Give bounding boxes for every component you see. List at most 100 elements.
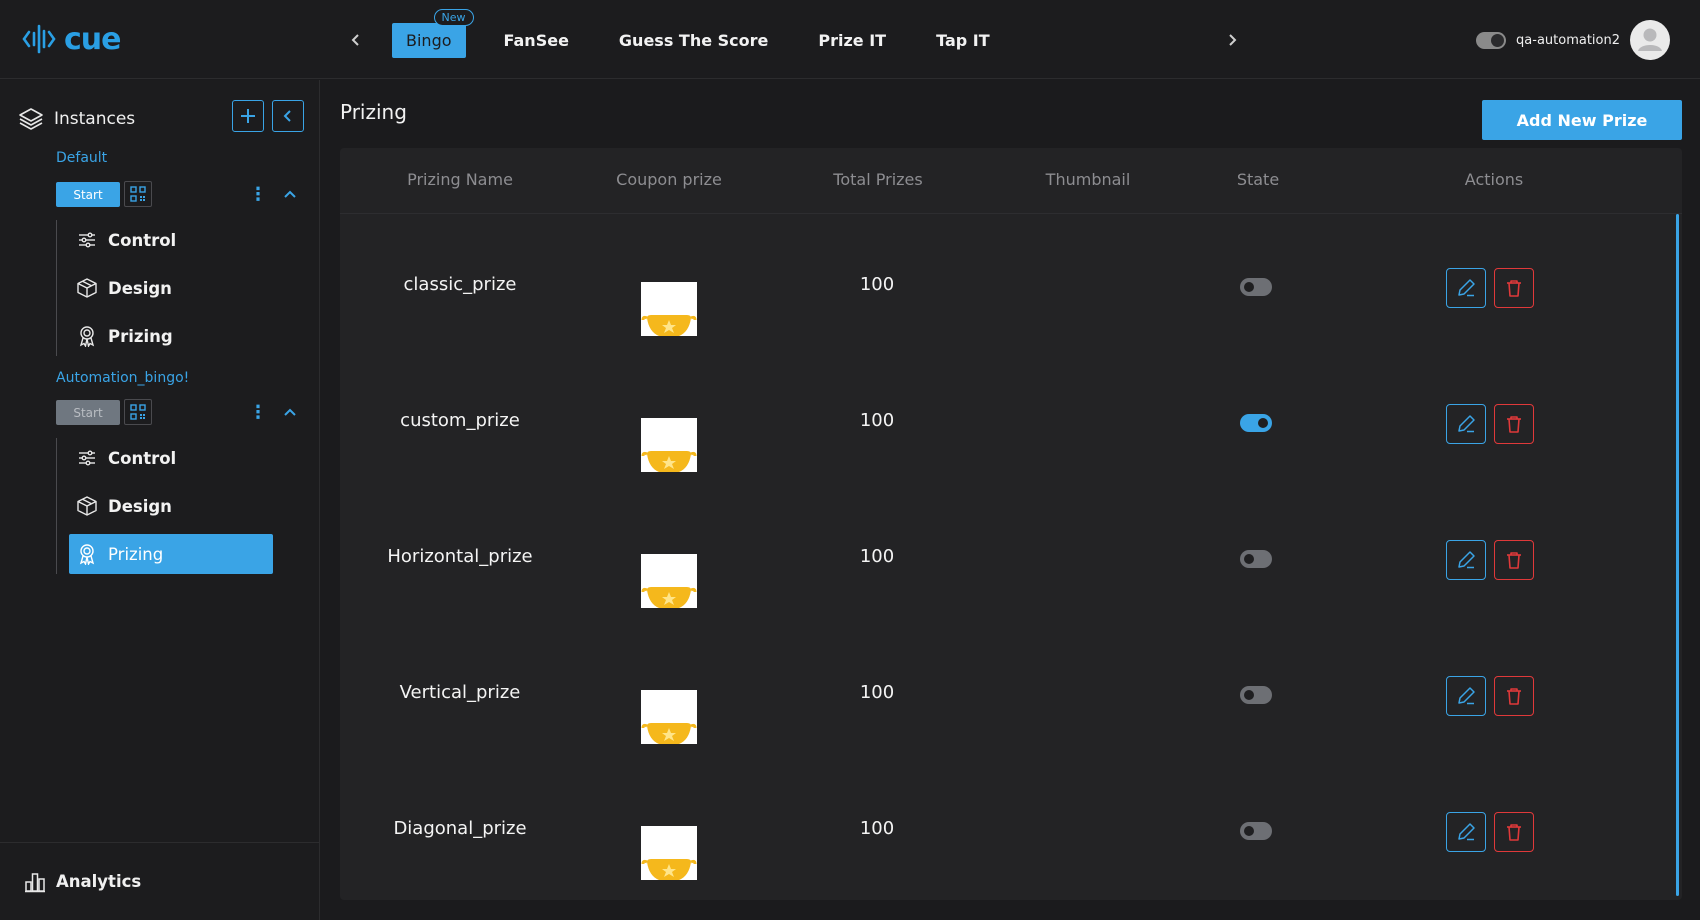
delete-button[interactable] bbox=[1494, 812, 1534, 852]
instance-menu-list-default: Control Design Prizing bbox=[56, 220, 276, 356]
sidebar-item-prizing[interactable]: Prizing bbox=[69, 316, 273, 356]
coupon-thumbnail bbox=[641, 690, 697, 744]
qr-code-button-default[interactable] bbox=[124, 181, 152, 207]
cube-icon bbox=[76, 277, 98, 299]
delete-button[interactable] bbox=[1494, 540, 1534, 580]
trash-icon bbox=[1507, 280, 1521, 297]
add-new-prize-button[interactable]: Add New Prize bbox=[1482, 100, 1682, 140]
instance-menu-automation-bingo[interactable]: ⋮ bbox=[249, 401, 267, 423]
username: qa-automation2 bbox=[1516, 32, 1620, 48]
table-row: Diagonal_prize 100 bbox=[340, 766, 1670, 900]
coupon-thumbnail bbox=[641, 282, 697, 336]
edit-button[interactable] bbox=[1446, 404, 1486, 444]
new-badge: New bbox=[433, 8, 474, 26]
sidebar-item-label: Control bbox=[108, 230, 177, 250]
tab-guess-the-score[interactable]: Guess The Score bbox=[619, 31, 768, 50]
sidebar-item-design[interactable]: Design bbox=[69, 268, 273, 308]
table-row: Vertical_prize 100 bbox=[340, 630, 1670, 766]
logo-text: cue bbox=[64, 21, 121, 57]
avatar[interactable] bbox=[1630, 20, 1670, 60]
trash-icon bbox=[1507, 416, 1521, 433]
cube-icon bbox=[76, 495, 98, 517]
state-toggle[interactable] bbox=[1240, 278, 1272, 296]
collapse-sidebar-button[interactable] bbox=[272, 100, 304, 132]
sidebar-item-analytics[interactable]: Analytics bbox=[0, 842, 320, 920]
state-toggle[interactable] bbox=[1240, 414, 1272, 432]
sliders-icon bbox=[76, 229, 98, 251]
instance-name-automation-bingo[interactable]: Automation_bingo! bbox=[56, 370, 189, 386]
table-header: Prizing Name Coupon prize Total Prizes T… bbox=[340, 148, 1682, 214]
table-scrollbar[interactable] bbox=[1676, 214, 1679, 896]
tab-tap-it[interactable]: Tap IT bbox=[936, 31, 990, 50]
tab-prize-it[interactable]: Prize IT bbox=[818, 31, 886, 50]
sidebar: Instances Default Start ⋮ Control Design… bbox=[0, 80, 320, 920]
instances-title: Instances bbox=[54, 109, 136, 129]
edit-button[interactable] bbox=[1446, 268, 1486, 308]
sidebar-item-control[interactable]: Control bbox=[69, 438, 273, 478]
collapse-instance-automation-bingo[interactable] bbox=[280, 402, 300, 422]
coupon-thumbnail bbox=[641, 826, 697, 880]
edit-button[interactable] bbox=[1446, 540, 1486, 580]
prize-name: classic_prize bbox=[403, 274, 517, 295]
game-tabs: Bingo New FanSee Guess The Score Prize I… bbox=[392, 8, 1040, 60]
trophy-cup-icon bbox=[641, 418, 697, 472]
trophy-cup-icon bbox=[641, 554, 697, 608]
edit-button[interactable] bbox=[1446, 812, 1486, 852]
table-row: classic_prize 100 bbox=[340, 222, 1670, 358]
qr-code-button-automation-bingo[interactable] bbox=[124, 399, 152, 425]
tab-fansee[interactable]: FanSee bbox=[504, 31, 569, 50]
qr-code-icon bbox=[130, 404, 146, 420]
trash-icon bbox=[1507, 688, 1521, 705]
trophy-cup-icon bbox=[641, 826, 697, 880]
total-prizes: 100 bbox=[859, 274, 895, 295]
tabs-prev-button[interactable] bbox=[344, 28, 368, 52]
plus-icon bbox=[241, 109, 255, 123]
sidebar-item-control[interactable]: Control bbox=[69, 220, 273, 260]
tab-bingo-label: Bingo bbox=[406, 30, 452, 50]
sidebar-item-prizing-active[interactable]: Prizing bbox=[69, 534, 273, 574]
prize-name: custom_prize bbox=[400, 410, 520, 431]
trash-icon bbox=[1507, 552, 1521, 569]
pencil-icon bbox=[1458, 823, 1475, 841]
trophy-cup-icon bbox=[641, 282, 697, 336]
delete-button[interactable] bbox=[1494, 268, 1534, 308]
state-toggle[interactable] bbox=[1240, 686, 1272, 704]
theme-toggle[interactable] bbox=[1476, 31, 1507, 49]
prize-name: Diagonal_prize bbox=[393, 818, 527, 839]
edit-button[interactable] bbox=[1446, 676, 1486, 716]
award-icon bbox=[76, 325, 98, 347]
delete-button[interactable] bbox=[1494, 676, 1534, 716]
add-instance-button[interactable] bbox=[232, 100, 264, 132]
prizing-table: Prizing Name Coupon prize Total Prizes T… bbox=[340, 148, 1682, 900]
user-area: qa-automation2 bbox=[1476, 20, 1670, 60]
tab-bingo[interactable]: Bingo New bbox=[392, 8, 474, 58]
start-button-default[interactable]: Start bbox=[56, 182, 120, 207]
instance-name-default[interactable]: Default bbox=[56, 150, 107, 166]
coupon-thumbnail bbox=[641, 418, 697, 472]
collapse-instance-default[interactable] bbox=[280, 184, 300, 204]
tabs-next-button[interactable] bbox=[1220, 28, 1244, 52]
trash-icon bbox=[1507, 824, 1521, 841]
sidebar-item-label: Control bbox=[108, 448, 177, 468]
logo[interactable]: cue bbox=[22, 18, 121, 60]
sliders-icon bbox=[76, 447, 98, 469]
prize-name: Horizontal_prize bbox=[387, 546, 533, 567]
delete-button[interactable] bbox=[1494, 404, 1534, 444]
chevron-up-icon bbox=[284, 190, 296, 198]
chevron-right-icon bbox=[1229, 34, 1237, 46]
soundwave-logo-icon bbox=[22, 24, 56, 54]
state-toggle[interactable] bbox=[1240, 550, 1272, 568]
sidebar-item-design[interactable]: Design bbox=[69, 486, 273, 526]
total-prizes: 100 bbox=[859, 682, 895, 703]
layers-icon bbox=[19, 108, 43, 130]
qr-code-icon bbox=[130, 186, 146, 202]
coupon-thumbnail bbox=[641, 554, 697, 608]
page-title: Prizing bbox=[340, 100, 407, 124]
start-button-automation-bingo[interactable]: Start bbox=[56, 400, 120, 425]
user-icon bbox=[1638, 28, 1662, 51]
instance-menu-default[interactable]: ⋮ bbox=[249, 183, 267, 205]
sidebar-item-label: Prizing bbox=[108, 544, 164, 564]
state-toggle[interactable] bbox=[1240, 822, 1272, 840]
column-header-state: State bbox=[1236, 170, 1280, 189]
table-row: custom_prize 100 bbox=[340, 358, 1670, 494]
